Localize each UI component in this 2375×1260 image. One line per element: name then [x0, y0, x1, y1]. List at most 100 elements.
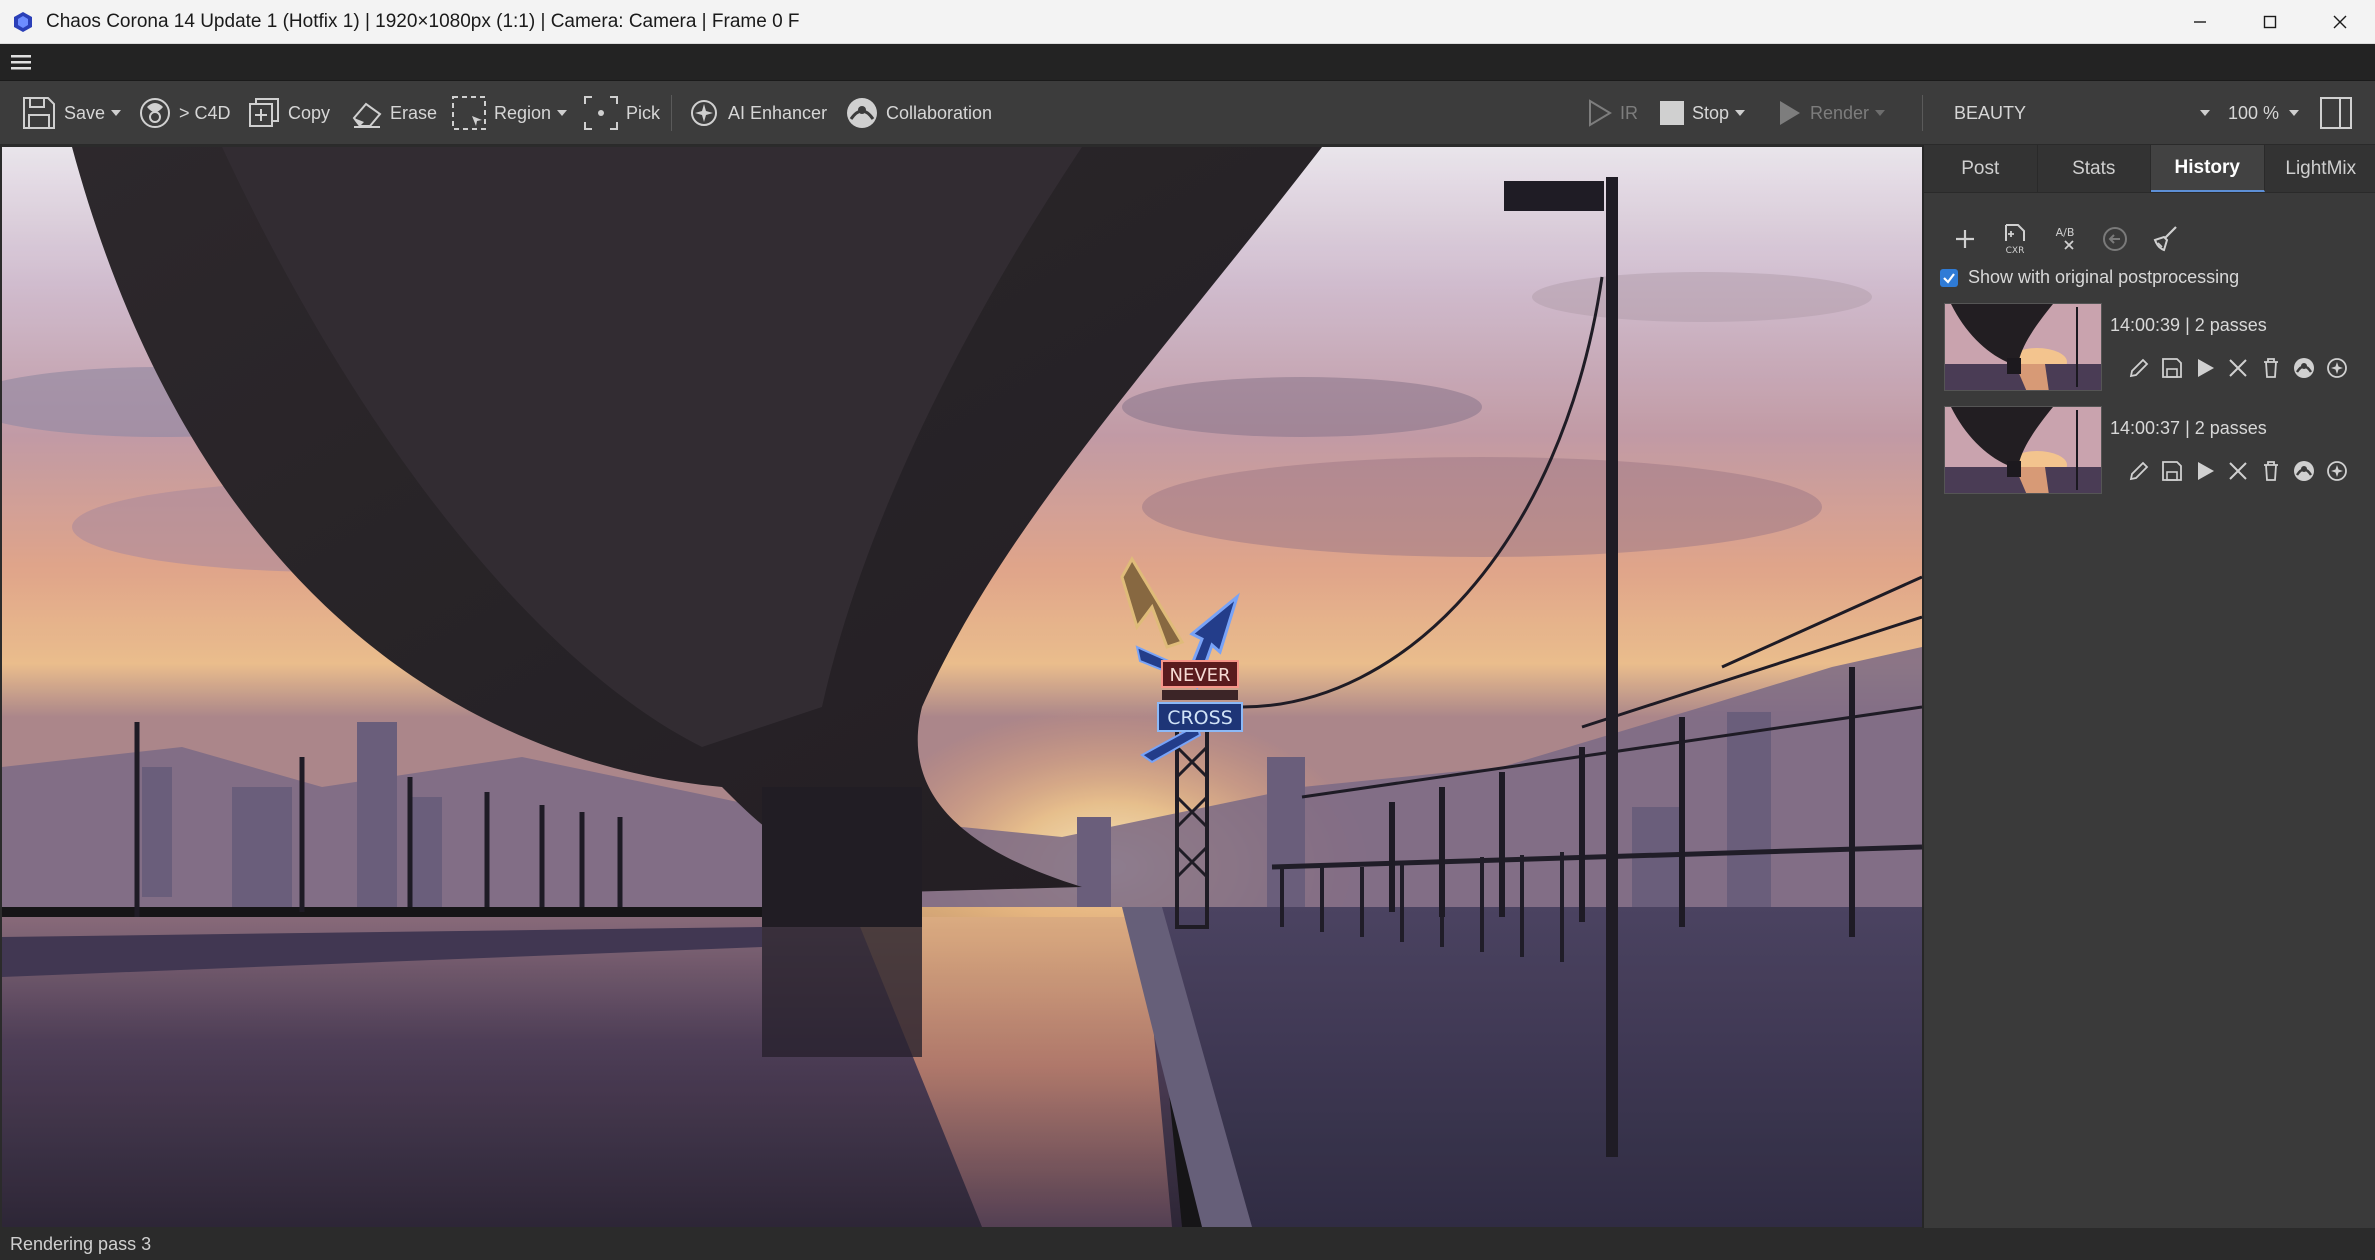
broom-icon: [2153, 226, 2177, 252]
collaboration-icon: [847, 98, 877, 128]
title-bar: Chaos Corona 14 Update 1 (Hotfix 1) | 19…: [0, 0, 2375, 44]
render-element-value: BEAUTY: [1954, 102, 2027, 123]
history-entry[interactable]: 14:00:37 | 2 passes: [1944, 406, 2364, 496]
remove-entry-button[interactable]: [2221, 456, 2254, 486]
render-label: Render: [1810, 102, 1870, 123]
save-icon: [23, 97, 55, 129]
history-thumbnail[interactable]: [1944, 303, 2102, 391]
save-icon: [2161, 358, 2182, 378]
render-viewport[interactable]: NEVER CROSS: [2, 147, 1922, 1227]
stop-button[interactable]: Stop: [1658, 81, 1746, 145]
maximize-button[interactable]: [2235, 0, 2305, 44]
add-to-history-button[interactable]: [1940, 221, 1990, 257]
minimize-button[interactable]: [2165, 0, 2235, 44]
history-entry[interactable]: 14:00:39 | 2 passes: [1944, 303, 2364, 393]
chevron-down-icon[interactable]: [557, 109, 568, 117]
close-icon: [2228, 462, 2247, 480]
ab-compare-icon: A/B: [2056, 226, 2075, 250]
ab-text: A/B: [2056, 226, 2075, 239]
close-icon: [2333, 15, 2347, 29]
eraser-icon: [352, 102, 382, 128]
ab-compare-button[interactable]: A/B: [2040, 221, 2090, 257]
erase-label: Erase: [390, 102, 438, 123]
tab-lightmix-label: LightMix: [2285, 157, 2357, 179]
chevron-down-icon[interactable]: [1735, 109, 1746, 117]
close-icon: [2228, 359, 2247, 377]
collaboration-button[interactable]: Collaboration: [844, 81, 992, 145]
rename-button[interactable]: [2122, 353, 2155, 383]
pencil-icon: [2129, 461, 2148, 481]
history-thumbnail[interactable]: [1944, 406, 2102, 494]
show-original-checkbox[interactable]: [1940, 268, 1958, 287]
send-to-c4d-button[interactable]: > C4D: [137, 81, 231, 145]
cxr-text: CXR: [2006, 246, 2025, 255]
clear-history-button[interactable]: [2140, 221, 2190, 257]
toggle-panel-button[interactable]: [2318, 81, 2354, 145]
remove-entry-button[interactable]: [2221, 353, 2254, 383]
delete-entry-button[interactable]: [2254, 456, 2287, 486]
window-controls: [2165, 0, 2375, 44]
chevron-down-icon[interactable]: [111, 109, 122, 117]
history-entry-actions: [2122, 353, 2353, 383]
status-bar: Rendering pass 3: [0, 1228, 2375, 1260]
render-button[interactable]: Render: [1774, 81, 1886, 145]
rename-button[interactable]: [2122, 456, 2155, 486]
resume-render-button[interactable]: [2188, 353, 2221, 383]
ai-enhancer-icon: [2326, 461, 2347, 481]
collaboration-icon: [2293, 461, 2314, 481]
toolbar: Save > C4D Copy Erase Region Pick AI Enh…: [0, 81, 2375, 145]
save-entry-button[interactable]: [2155, 456, 2188, 486]
ai-enhancer-icon: [2326, 358, 2347, 378]
collaboration-entry-button[interactable]: [2287, 456, 2320, 486]
ai-enhance-entry-button[interactable]: [2320, 456, 2353, 486]
pencil-icon: [2129, 358, 2148, 378]
stop-icon: [1660, 101, 1684, 125]
tab-post[interactable]: Post: [1924, 145, 2038, 192]
render-element-select[interactable]: BEAUTY: [1954, 81, 2210, 145]
tab-history-label: History: [2174, 156, 2240, 178]
ai-enhance-entry-button[interactable]: [2320, 353, 2353, 383]
ir-label: IR: [1620, 102, 1638, 123]
delete-entry-button[interactable]: [2254, 353, 2287, 383]
tab-stats[interactable]: Stats: [2038, 145, 2151, 192]
ai-enhancer-label: AI Enhancer: [728, 102, 828, 123]
save-label: Save: [64, 102, 106, 123]
chevron-down-icon[interactable]: [1875, 109, 1886, 117]
interactive-render-button[interactable]: IR: [1584, 81, 1638, 145]
collaboration-entry-button[interactable]: [2287, 353, 2320, 383]
render-status-text: Rendering pass 3: [10, 1234, 152, 1254]
history-toolbar: CXR A/B: [1940, 221, 2190, 257]
collaboration-label: Collaboration: [886, 102, 993, 123]
tab-history[interactable]: History: [2151, 145, 2265, 192]
corona-vfb-window: Chaos Corona 14 Update 1 (Hotfix 1) | 19…: [0, 0, 2375, 1260]
show-original-label: Show with original postprocessing: [1968, 267, 2240, 287]
play-icon: [2197, 462, 2214, 480]
zoom-select[interactable]: 100 %: [2228, 81, 2300, 145]
ai-enhancer-button[interactable]: AI Enhancer: [686, 81, 827, 145]
toolbar-divider: [1922, 95, 1923, 131]
zoom-value: 100 %: [2228, 102, 2280, 123]
stop-label: Stop: [1692, 102, 1730, 123]
save-button[interactable]: Save: [20, 81, 122, 145]
erase-button[interactable]: Erase: [350, 81, 437, 145]
region-button[interactable]: Region: [450, 81, 568, 145]
tab-post-label: Post: [1961, 157, 2000, 179]
close-button[interactable]: [2305, 0, 2375, 44]
play-icon: [1780, 101, 1800, 125]
tab-lightmix[interactable]: LightMix: [2265, 145, 2375, 192]
corona-logo-icon: [14, 11, 32, 32]
resume-render-button[interactable]: [2188, 456, 2221, 486]
revert-button[interactable]: [2090, 221, 2140, 257]
show-original-postprocessing[interactable]: Show with original postprocessing: [1940, 267, 2239, 288]
pick-icon: [584, 96, 618, 130]
save-entry-button[interactable]: [2155, 353, 2188, 383]
save-cxr-button[interactable]: CXR: [1990, 221, 2040, 257]
split-view-icon: [2320, 97, 2352, 129]
pick-button[interactable]: Pick: [582, 81, 660, 145]
collaboration-icon: [2293, 358, 2314, 378]
region-select-icon: [452, 96, 486, 130]
copy-button[interactable]: Copy: [246, 81, 330, 145]
hamburger-menu-icon[interactable]: [11, 52, 33, 72]
checkmark-icon: [1943, 272, 1955, 284]
thumbnail-image: [1945, 304, 2101, 390]
